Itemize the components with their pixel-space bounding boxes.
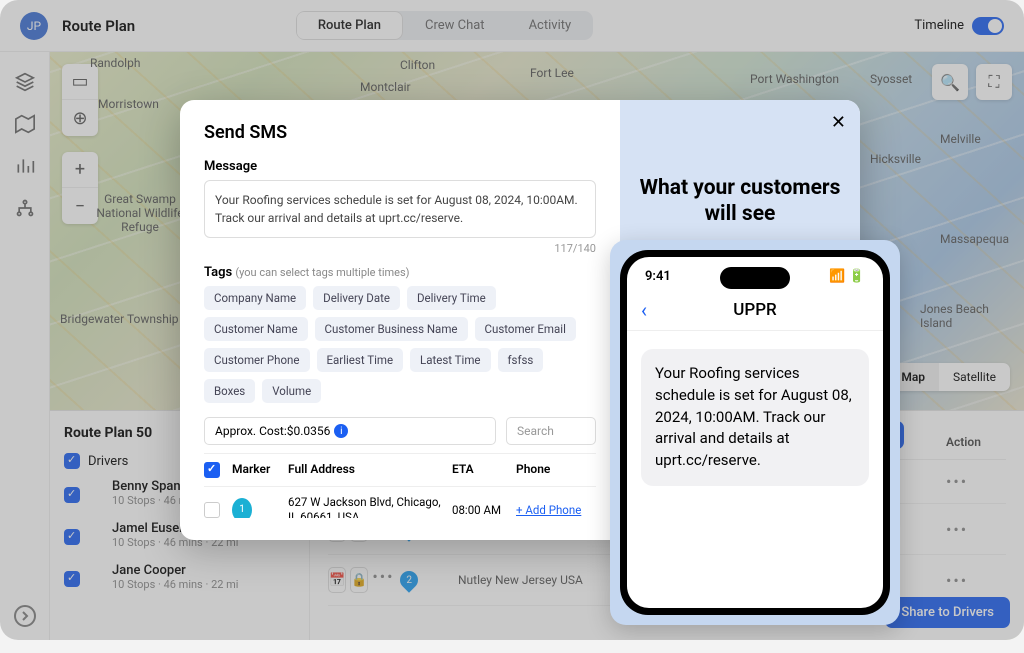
- tag-chip[interactable]: Customer Name: [204, 317, 308, 341]
- tag-chip[interactable]: Customer Phone: [204, 348, 310, 372]
- tag-chip[interactable]: Earliest Time: [317, 348, 404, 372]
- table-row: 1 627 W Jackson Blvd, Chicago, IL 60661,…: [204, 487, 596, 518]
- col-address: Full Address: [288, 462, 452, 478]
- info-icon[interactable]: i: [334, 424, 348, 438]
- tag-chip[interactable]: Customer Email: [475, 317, 576, 341]
- tag-chip[interactable]: Latest Time: [410, 348, 490, 372]
- message-label: Message: [204, 159, 596, 174]
- recipients-table: Marker Full Address ETA Phone 1 627 W Ja…: [204, 453, 596, 518]
- phone-time: 9:41: [645, 269, 671, 284]
- select-all-checkbox[interactable]: [204, 462, 220, 478]
- message-input[interactable]: Your Roofing services schedule is set fo…: [204, 180, 596, 238]
- add-phone-link[interactable]: + Add Phone: [516, 503, 596, 517]
- tag-chip[interactable]: Delivery Date: [313, 286, 400, 310]
- tag-chip[interactable]: Boxes: [204, 379, 255, 403]
- tags-label: Tags: [204, 265, 232, 280]
- tag-chip[interactable]: fsfss: [498, 348, 544, 372]
- tag-chip[interactable]: Delivery Time: [407, 286, 496, 310]
- modal-title: Send SMS: [204, 122, 596, 143]
- tags-hint: (you can select tags multiple times): [235, 266, 409, 279]
- tags-row: Company Name Delivery Date Delivery Time…: [204, 286, 596, 403]
- search-input[interactable]: Search: [506, 417, 596, 445]
- col-eta: ETA: [452, 462, 516, 478]
- row-address: 627 W Jackson Blvd, Chicago, IL 60661, U…: [288, 495, 452, 518]
- preview-title: What your customers will see: [636, 175, 844, 228]
- tag-chip[interactable]: Customer Business Name: [315, 317, 468, 341]
- phone-message: Your Roofing services schedule is set fo…: [641, 349, 869, 486]
- col-phone: Phone: [516, 462, 596, 478]
- row-checkbox[interactable]: [204, 502, 220, 518]
- col-marker: Marker: [232, 462, 288, 478]
- cost-display: Approx. Cost:$0.0356i: [204, 417, 496, 445]
- char-counter: 117/140: [204, 242, 596, 255]
- phone-back-icon: ‹: [641, 298, 647, 322]
- marker-badge: 1: [232, 498, 252, 518]
- phone-preview: 9:41 📶 🔋 ‹ UPPR Your Roofing services sc…: [610, 240, 900, 625]
- tag-chip[interactable]: Company Name: [204, 286, 306, 310]
- close-icon[interactable]: ✕: [831, 112, 846, 133]
- row-eta: 08:00 AM: [452, 503, 516, 517]
- phone-app-title: UPPR: [733, 300, 777, 320]
- tag-chip[interactable]: Volume: [262, 379, 321, 403]
- phone-signal-icon: 📶 🔋: [829, 269, 865, 284]
